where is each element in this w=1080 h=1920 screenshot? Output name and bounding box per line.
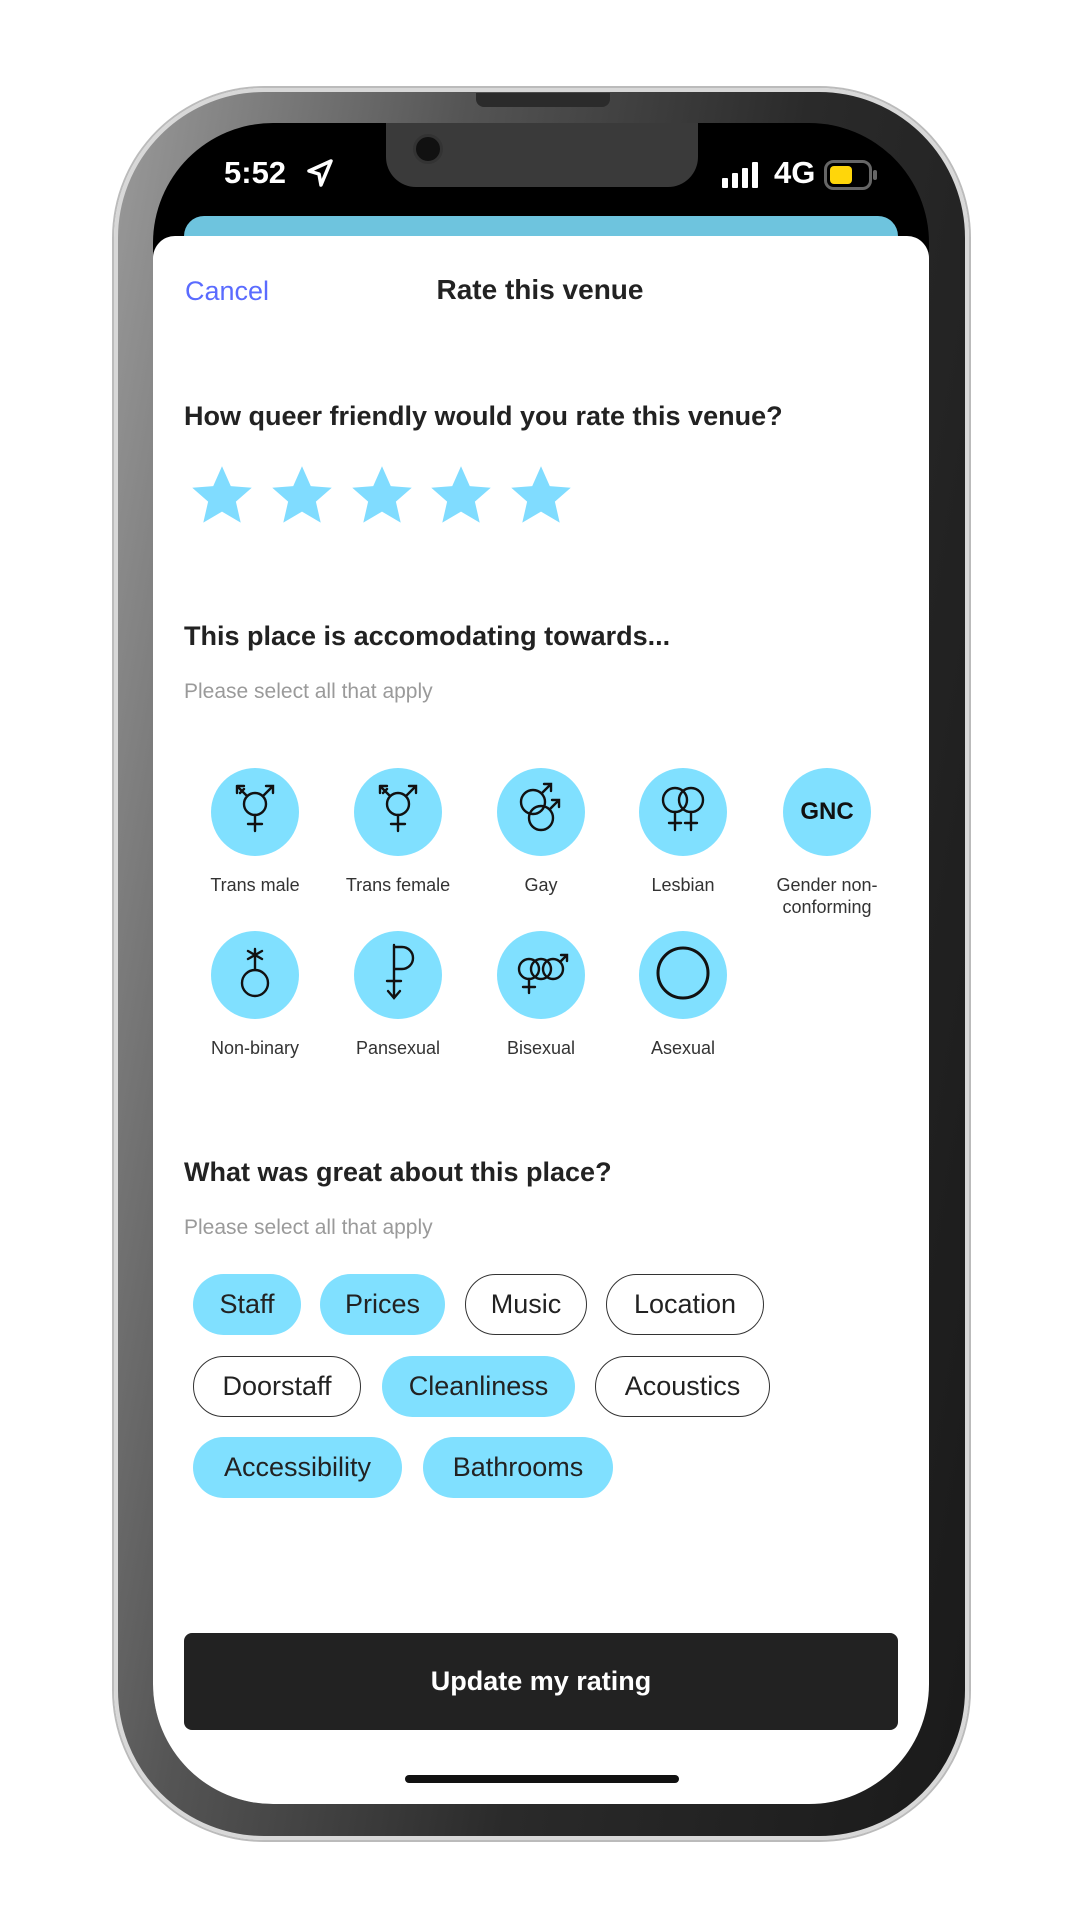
chip-acoustics[interactable]: Acoustics <box>595 1356 770 1417</box>
identity-label: Non-binary <box>210 1038 300 1058</box>
identity-option[interactable]: Trans female <box>328 768 468 896</box>
chip-bathrooms[interactable]: Bathrooms <box>423 1437 613 1498</box>
transgender-symbol-icon <box>227 778 283 846</box>
signal-icon <box>722 162 758 188</box>
home-indicator[interactable] <box>405 1775 679 1783</box>
identity-badge[interactable] <box>639 931 727 1019</box>
identity-label: Gender non-conforming <box>776 875 878 917</box>
identity-badge[interactable] <box>639 768 727 856</box>
identities-subtitle: Please select all that apply <box>184 680 433 703</box>
chip-location[interactable]: Location <box>606 1274 764 1335</box>
chip-accessibility[interactable]: Accessibility <box>193 1437 402 1498</box>
identities-heading: This place is accomodating towards... <box>184 621 671 651</box>
identity-badge[interactable] <box>354 931 442 1019</box>
identity-option[interactable]: Lesbian <box>613 768 753 896</box>
update-rating-button[interactable]: Update my rating <box>184 1633 898 1730</box>
identity-label: Trans male <box>210 875 300 895</box>
transgender-symbol-icon <box>370 778 426 846</box>
identity-badge[interactable] <box>354 768 442 856</box>
page-title: Rate this venue <box>436 274 644 305</box>
status-time: 5:52 <box>224 155 287 190</box>
identity-label: Gay <box>524 875 558 895</box>
chip-prices[interactable]: Prices <box>320 1274 445 1335</box>
identity-label: Lesbian <box>651 875 715 895</box>
identity-badge[interactable] <box>497 931 585 1019</box>
gnc-icon: GNC <box>800 798 854 825</box>
star-3[interactable] <box>347 462 417 530</box>
double-female-symbol-icon <box>653 778 713 846</box>
identity-option[interactable]: Gay <box>471 768 611 896</box>
star-1[interactable] <box>187 462 257 530</box>
identity-badge[interactable] <box>497 768 585 856</box>
identity-option[interactable]: GNC Gender non-conforming <box>757 768 897 918</box>
identity-badge[interactable]: GNC <box>783 768 871 856</box>
identity-badge[interactable] <box>211 931 299 1019</box>
identity-option[interactable]: Non-binary <box>185 931 325 1059</box>
asexual-circle-icon <box>651 941 715 1009</box>
great-heading: What was great about this place? <box>184 1157 612 1187</box>
identity-label: Trans female <box>345 875 451 895</box>
nonbinary-symbol-icon <box>227 939 283 1011</box>
double-male-symbol-icon <box>511 778 571 846</box>
chip-cleanliness[interactable]: Cleanliness <box>382 1356 575 1417</box>
rating-question: How queer friendly would you rate this v… <box>184 401 783 431</box>
identity-label: Bisexual <box>506 1038 576 1058</box>
camera <box>413 134 443 164</box>
great-subtitle: Please select all that apply <box>184 1216 433 1239</box>
star-2[interactable] <box>267 462 337 530</box>
chip-staff[interactable]: Staff <box>193 1274 301 1335</box>
identity-label: Pansexual <box>355 1038 441 1058</box>
identity-option[interactable]: Bisexual <box>471 931 611 1059</box>
identity-badge[interactable] <box>211 768 299 856</box>
location-arrow-icon <box>307 159 333 187</box>
speaker <box>476 93 610 107</box>
battery-icon <box>824 160 877 190</box>
identity-label: Asexual <box>650 1038 716 1058</box>
identity-option[interactable]: Trans male <box>185 768 325 896</box>
pansexual-symbol-icon <box>370 939 426 1011</box>
identity-option[interactable]: Pansexual <box>328 931 468 1059</box>
star-5[interactable] <box>506 462 576 530</box>
identity-option[interactable]: Asexual <box>613 931 753 1059</box>
star-4[interactable] <box>426 462 496 530</box>
chip-music[interactable]: Music <box>465 1274 587 1335</box>
bisexual-symbol-icon <box>509 943 573 1007</box>
chip-doorstaff[interactable]: Doorstaff <box>193 1356 361 1417</box>
network-label: 4G <box>774 155 816 190</box>
